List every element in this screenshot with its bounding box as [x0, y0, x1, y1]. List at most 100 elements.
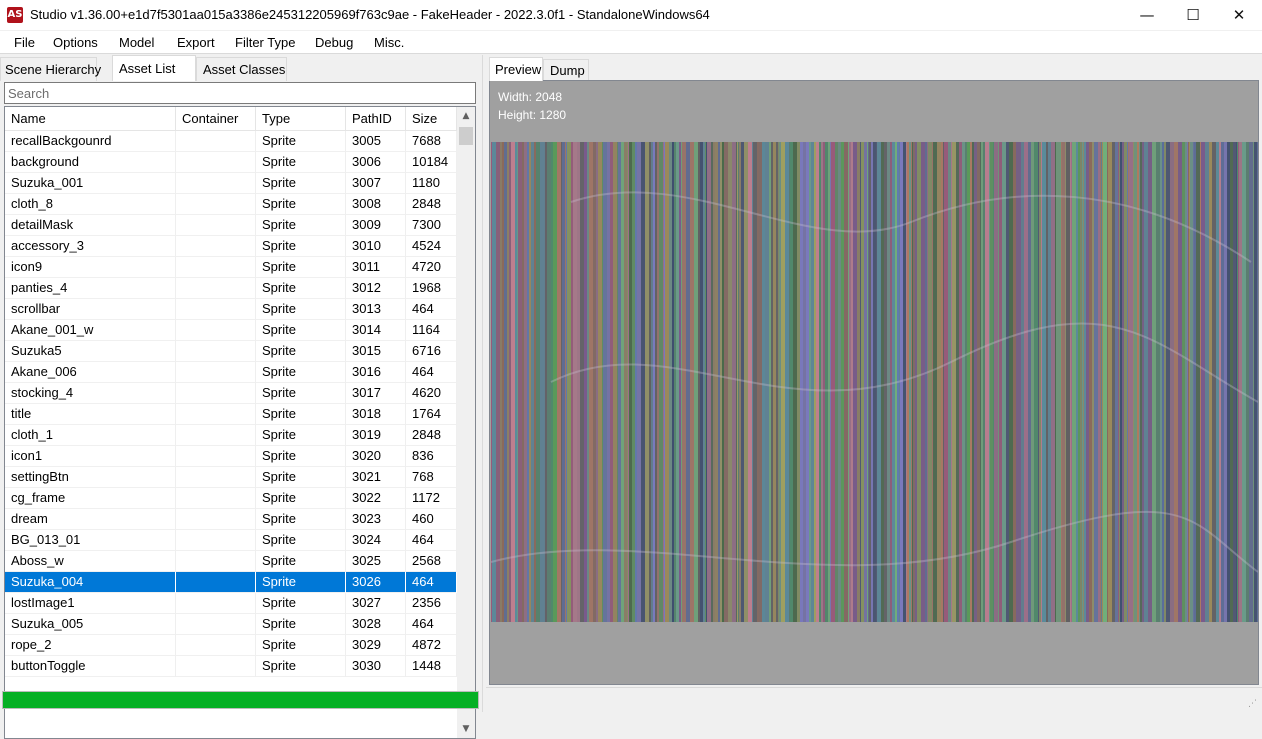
- column-header-container[interactable]: Container: [176, 107, 256, 131]
- menu-misc[interactable]: Misc.: [374, 35, 404, 50]
- column-header-type[interactable]: Type: [256, 107, 346, 131]
- table-row[interactable]: Suzuka_004 Sprite 3026 464: [5, 572, 457, 593]
- asset-list: Name Container Type PathID Size recallBa…: [4, 106, 476, 739]
- resize-grip-icon[interactable]: ⋰: [1248, 698, 1260, 710]
- cell-pathid: 3007: [346, 173, 406, 194]
- menu-file[interactable]: File: [14, 35, 35, 50]
- tab-preview[interactable]: Preview: [489, 57, 543, 81]
- table-row[interactable]: lostImage1 Sprite 3027 2356: [5, 593, 457, 614]
- table-row[interactable]: Suzuka_001 Sprite 3007 1180: [5, 173, 457, 194]
- cell-name: recallBackgounrd: [5, 131, 176, 152]
- table-row[interactable]: background Sprite 3006 10184: [5, 152, 457, 173]
- cell-container: [176, 194, 256, 215]
- search-input[interactable]: [4, 82, 476, 104]
- menu-export[interactable]: Export: [177, 35, 215, 50]
- vertical-scrollbar[interactable]: ▲ ▼: [457, 107, 475, 738]
- cell-name: cg_frame: [5, 488, 176, 509]
- tab-scene-hierarchy[interactable]: Scene Hierarchy: [0, 57, 101, 81]
- close-button[interactable]: ✕: [1216, 0, 1262, 30]
- column-header-size[interactable]: Size: [406, 107, 457, 131]
- app-logo-icon: AS: [7, 7, 23, 23]
- table-row[interactable]: rope_2 Sprite 3029 4872: [5, 635, 457, 656]
- table-row[interactable]: dream Sprite 3023 460: [5, 509, 457, 530]
- cell-size: 4720: [406, 257, 457, 278]
- scroll-up-icon[interactable]: ▲: [457, 107, 475, 125]
- tab-dump[interactable]: Dump: [543, 59, 589, 81]
- table-row[interactable]: cg_frame Sprite 3022 1172: [5, 488, 457, 509]
- table-row[interactable]: detailMask Sprite 3009 7300: [5, 215, 457, 236]
- cell-container: [176, 614, 256, 635]
- minimize-button[interactable]: —: [1124, 0, 1170, 30]
- menu-model[interactable]: Model: [119, 35, 154, 50]
- table-row[interactable]: cloth_8 Sprite 3008 2848: [5, 194, 457, 215]
- table-row[interactable]: Aboss_w Sprite 3025 2568: [5, 551, 457, 572]
- cell-container: [176, 530, 256, 551]
- cell-name: Akane_006: [5, 362, 176, 383]
- table-row[interactable]: settingBtn Sprite 3021 768: [5, 467, 457, 488]
- table-row[interactable]: icon9 Sprite 3011 4720: [5, 257, 457, 278]
- cell-pathid: 3027: [346, 593, 406, 614]
- table-row[interactable]: icon1 Sprite 3020 836: [5, 446, 457, 467]
- cell-size: 464: [406, 614, 457, 635]
- cell-pathid: 3019: [346, 425, 406, 446]
- cell-pathid: 3013: [346, 299, 406, 320]
- left-panel: Scene Hierarchy Asset List Asset Classes…: [0, 55, 482, 739]
- scroll-down-icon[interactable]: ▼: [457, 720, 475, 738]
- cell-type: Sprite: [256, 530, 346, 551]
- cell-pathid: 3021: [346, 467, 406, 488]
- cell-pathid: 3020: [346, 446, 406, 467]
- cell-container: [176, 215, 256, 236]
- table-row[interactable]: scrollbar Sprite 3013 464: [5, 299, 457, 320]
- table-row[interactable]: accessory_3 Sprite 3010 4524: [5, 236, 457, 257]
- tab-asset-list[interactable]: Asset List: [112, 55, 196, 81]
- cell-type: Sprite: [256, 509, 346, 530]
- table-row[interactable]: Akane_001_w Sprite 3014 1164: [5, 320, 457, 341]
- cell-pathid: 3012: [346, 278, 406, 299]
- cell-name: cloth_8: [5, 194, 176, 215]
- cell-name: lostImage1: [5, 593, 176, 614]
- cell-pathid: 3028: [346, 614, 406, 635]
- cell-name: accessory_3: [5, 236, 176, 257]
- menu-options[interactable]: Options: [53, 35, 98, 50]
- tab-asset-classes[interactable]: Asset Classes: [196, 57, 287, 81]
- table-row[interactable]: panties_4 Sprite 3012 1968: [5, 278, 457, 299]
- table-row[interactable]: title Sprite 3018 1764: [5, 404, 457, 425]
- cell-type: Sprite: [256, 362, 346, 383]
- cell-size: 10184: [406, 152, 457, 173]
- cell-name: Suzuka_005: [5, 614, 176, 635]
- column-header-name[interactable]: Name: [5, 107, 176, 131]
- table-row[interactable]: BG_013_01 Sprite 3024 464: [5, 530, 457, 551]
- cell-size: 4872: [406, 635, 457, 656]
- table-row[interactable]: recallBackgounrd Sprite 3005 7688: [5, 131, 457, 152]
- scrollbar-thumb[interactable]: [459, 127, 473, 145]
- cell-container: [176, 257, 256, 278]
- list-header: Name Container Type PathID Size: [5, 107, 457, 131]
- table-row[interactable]: cloth_1 Sprite 3019 2848: [5, 425, 457, 446]
- table-row[interactable]: Suzuka5 Sprite 3015 6716: [5, 341, 457, 362]
- preview-area: Width: 2048 Height: 1280: [489, 80, 1259, 685]
- table-row[interactable]: stocking_4 Sprite 3017 4620: [5, 383, 457, 404]
- menu-debug[interactable]: Debug: [315, 35, 353, 50]
- texture-width-label: Width: 2048: [498, 90, 563, 104]
- cell-size: 1764: [406, 404, 457, 425]
- maximize-button[interactable]: ☐: [1170, 0, 1216, 30]
- cell-name: Suzuka_001: [5, 173, 176, 194]
- cell-container: [176, 656, 256, 677]
- cell-container: [176, 593, 256, 614]
- cell-pathid: 3026: [346, 572, 406, 593]
- menu-filter-type[interactable]: Filter Type: [235, 35, 295, 50]
- cell-pathid: 3017: [346, 383, 406, 404]
- table-row[interactable]: Akane_006 Sprite 3016 464: [5, 362, 457, 383]
- cell-type: Sprite: [256, 488, 346, 509]
- cell-size: 460: [406, 509, 457, 530]
- cell-name: buttonToggle: [5, 656, 176, 677]
- cell-pathid: 3015: [346, 341, 406, 362]
- column-header-pathid[interactable]: PathID: [346, 107, 406, 131]
- table-row[interactable]: buttonToggle Sprite 3030 1448: [5, 656, 457, 677]
- right-panel: Preview Dump Width: 2048 Height: 1280: [486, 55, 1262, 712]
- cell-container: [176, 236, 256, 257]
- table-row[interactable]: Suzuka_005 Sprite 3028 464: [5, 614, 457, 635]
- cell-type: Sprite: [256, 152, 346, 173]
- cell-size: 1448: [406, 656, 457, 677]
- cell-size: 7300: [406, 215, 457, 236]
